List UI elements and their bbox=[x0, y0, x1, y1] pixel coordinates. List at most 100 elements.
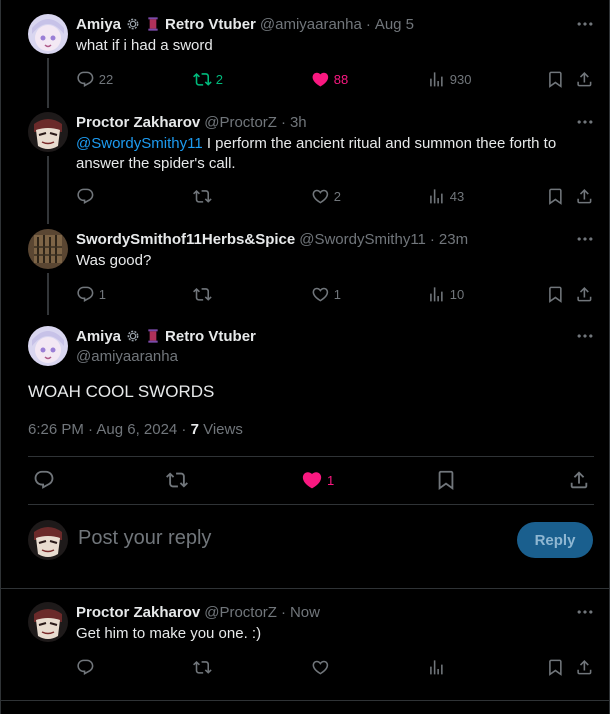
bookmark-icon bbox=[546, 187, 565, 206]
tweet-time[interactable]: Aug 5 bbox=[375, 16, 414, 33]
views-count: 7 bbox=[190, 421, 199, 438]
main-tweet-handle-row: @amiyaaranha bbox=[76, 346, 178, 366]
retweet-count: 2 bbox=[215, 71, 223, 87]
author-name[interactable]: Amiya bbox=[76, 328, 121, 345]
reply-action[interactable]: 1 bbox=[76, 284, 106, 304]
share-icon bbox=[568, 469, 590, 491]
views-label: Views bbox=[198, 421, 243, 438]
reply-action[interactable] bbox=[33, 470, 55, 490]
heart-icon bbox=[311, 285, 330, 304]
avatar[interactable] bbox=[28, 326, 68, 366]
tweet-header: Proctor Zakharov @ProctorZ · 3h bbox=[76, 112, 307, 132]
author-handle[interactable]: @amiyaaranha bbox=[260, 16, 362, 33]
reply-count: 1 bbox=[98, 286, 106, 302]
separator-dot: · bbox=[280, 113, 286, 131]
like-count: 1 bbox=[333, 286, 341, 302]
author-name[interactable]: SwordySmithof11Herbs&Spice bbox=[76, 231, 295, 248]
share-icon bbox=[575, 187, 594, 206]
heart-icon bbox=[311, 658, 330, 677]
bookmark-action[interactable] bbox=[546, 284, 565, 304]
views-action[interactable] bbox=[427, 657, 446, 677]
bookmark-action[interactable] bbox=[435, 470, 457, 490]
divider bbox=[1, 700, 610, 701]
separator-dot: · bbox=[429, 230, 435, 248]
more-options-icon[interactable] bbox=[575, 14, 595, 34]
like-action[interactable]: 2 bbox=[311, 186, 341, 206]
author-name-suffix[interactable]: Retro Vtuber bbox=[165, 16, 256, 33]
avatar[interactable] bbox=[28, 229, 68, 269]
views-icon bbox=[427, 70, 446, 89]
spool-icon bbox=[145, 328, 161, 344]
tweet-text: Was good? bbox=[76, 252, 152, 269]
tweet-header: Proctor Zakharov @ProctorZ · Now bbox=[76, 602, 320, 622]
tweet-text: Get him to make you one. :) bbox=[76, 625, 262, 642]
author-handle[interactable]: @ProctorZ bbox=[204, 604, 277, 621]
bookmark-action[interactable] bbox=[546, 69, 565, 89]
reply-action[interactable] bbox=[76, 657, 95, 677]
reply-icon bbox=[76, 70, 95, 89]
more-options-icon[interactable] bbox=[575, 112, 595, 132]
bookmark-action[interactable] bbox=[546, 186, 565, 206]
more-options-icon[interactable] bbox=[575, 229, 595, 249]
avatar[interactable] bbox=[28, 14, 68, 54]
views-count: 43 bbox=[449, 188, 465, 204]
retweet-action[interactable] bbox=[193, 657, 212, 677]
reply-button[interactable]: Reply bbox=[517, 522, 593, 558]
retweet-action[interactable] bbox=[193, 284, 216, 304]
thread-line bbox=[47, 58, 49, 108]
tweet-time[interactable]: Now bbox=[290, 604, 320, 621]
author-name[interactable]: Amiya bbox=[76, 16, 121, 33]
share-action[interactable] bbox=[575, 657, 594, 677]
retweet-action[interactable] bbox=[166, 470, 188, 490]
separator-dot: · bbox=[365, 15, 371, 33]
mention-link[interactable]: @SwordySmithy11 bbox=[76, 135, 203, 152]
reply-action[interactable] bbox=[76, 186, 99, 206]
tweet-text: what if i had a sword bbox=[76, 37, 213, 54]
bookmark-action[interactable] bbox=[546, 657, 565, 677]
bookmark-icon bbox=[546, 285, 565, 304]
bookmark-icon bbox=[435, 469, 457, 491]
divider bbox=[28, 456, 594, 457]
reply-icon bbox=[76, 658, 95, 677]
tweet-time[interactable]: 3h bbox=[290, 114, 307, 131]
author-handle[interactable]: @ProctorZ bbox=[204, 114, 277, 131]
reply-action[interactable]: 22 bbox=[76, 69, 113, 89]
views-action[interactable]: 930 bbox=[427, 69, 471, 89]
author-name[interactable]: Proctor Zakharov bbox=[76, 604, 200, 621]
author-handle[interactable]: @SwordySmithy11 bbox=[299, 231, 426, 248]
avatar[interactable] bbox=[28, 602, 68, 642]
author-name[interactable]: Proctor Zakharov bbox=[76, 114, 200, 131]
like-count: 2 bbox=[333, 188, 341, 204]
tweet-header: SwordySmithof11Herbs&Spice @SwordySmithy… bbox=[76, 229, 468, 249]
views-action[interactable]: 10 bbox=[427, 284, 464, 304]
share-icon bbox=[575, 70, 594, 89]
share-icon bbox=[575, 285, 594, 304]
avatar[interactable] bbox=[28, 112, 68, 152]
timeline-column: Amiya Retro Vtuber @amiyaaranha · Aug 5 … bbox=[0, 0, 610, 714]
reply-input[interactable]: Post your reply bbox=[78, 527, 211, 550]
author-handle[interactable]: @amiyaaranha bbox=[76, 348, 178, 365]
main-tweet-name-row: Amiya Retro Vtuber bbox=[76, 326, 256, 346]
share-action[interactable] bbox=[575, 284, 594, 304]
heart-icon bbox=[311, 187, 330, 206]
tweet-time[interactable]: 23m bbox=[439, 231, 468, 248]
retweet-action[interactable] bbox=[193, 186, 216, 206]
timestamp[interactable]: 6:26 PM · Aug 6, 2024 · bbox=[28, 421, 191, 438]
share-action[interactable] bbox=[575, 186, 594, 206]
reply-icon bbox=[76, 285, 95, 304]
share-action[interactable] bbox=[575, 69, 594, 89]
more-options-icon[interactable] bbox=[575, 602, 595, 622]
like-action[interactable]: 88 bbox=[311, 69, 348, 89]
views-count: 930 bbox=[449, 71, 472, 87]
reply-icon bbox=[33, 469, 55, 491]
reply-count: 22 bbox=[98, 71, 114, 87]
retweet-action[interactable]: 2 bbox=[193, 69, 223, 89]
author-name-suffix[interactable]: Retro Vtuber bbox=[165, 328, 256, 345]
views-action[interactable]: 43 bbox=[427, 186, 464, 206]
share-action[interactable] bbox=[568, 470, 590, 490]
retweet-icon bbox=[193, 658, 212, 677]
more-options-icon[interactable] bbox=[575, 326, 595, 346]
like-action[interactable]: 1 bbox=[311, 284, 341, 304]
like-action[interactable] bbox=[311, 657, 330, 677]
like-action[interactable]: 1 bbox=[301, 470, 334, 490]
